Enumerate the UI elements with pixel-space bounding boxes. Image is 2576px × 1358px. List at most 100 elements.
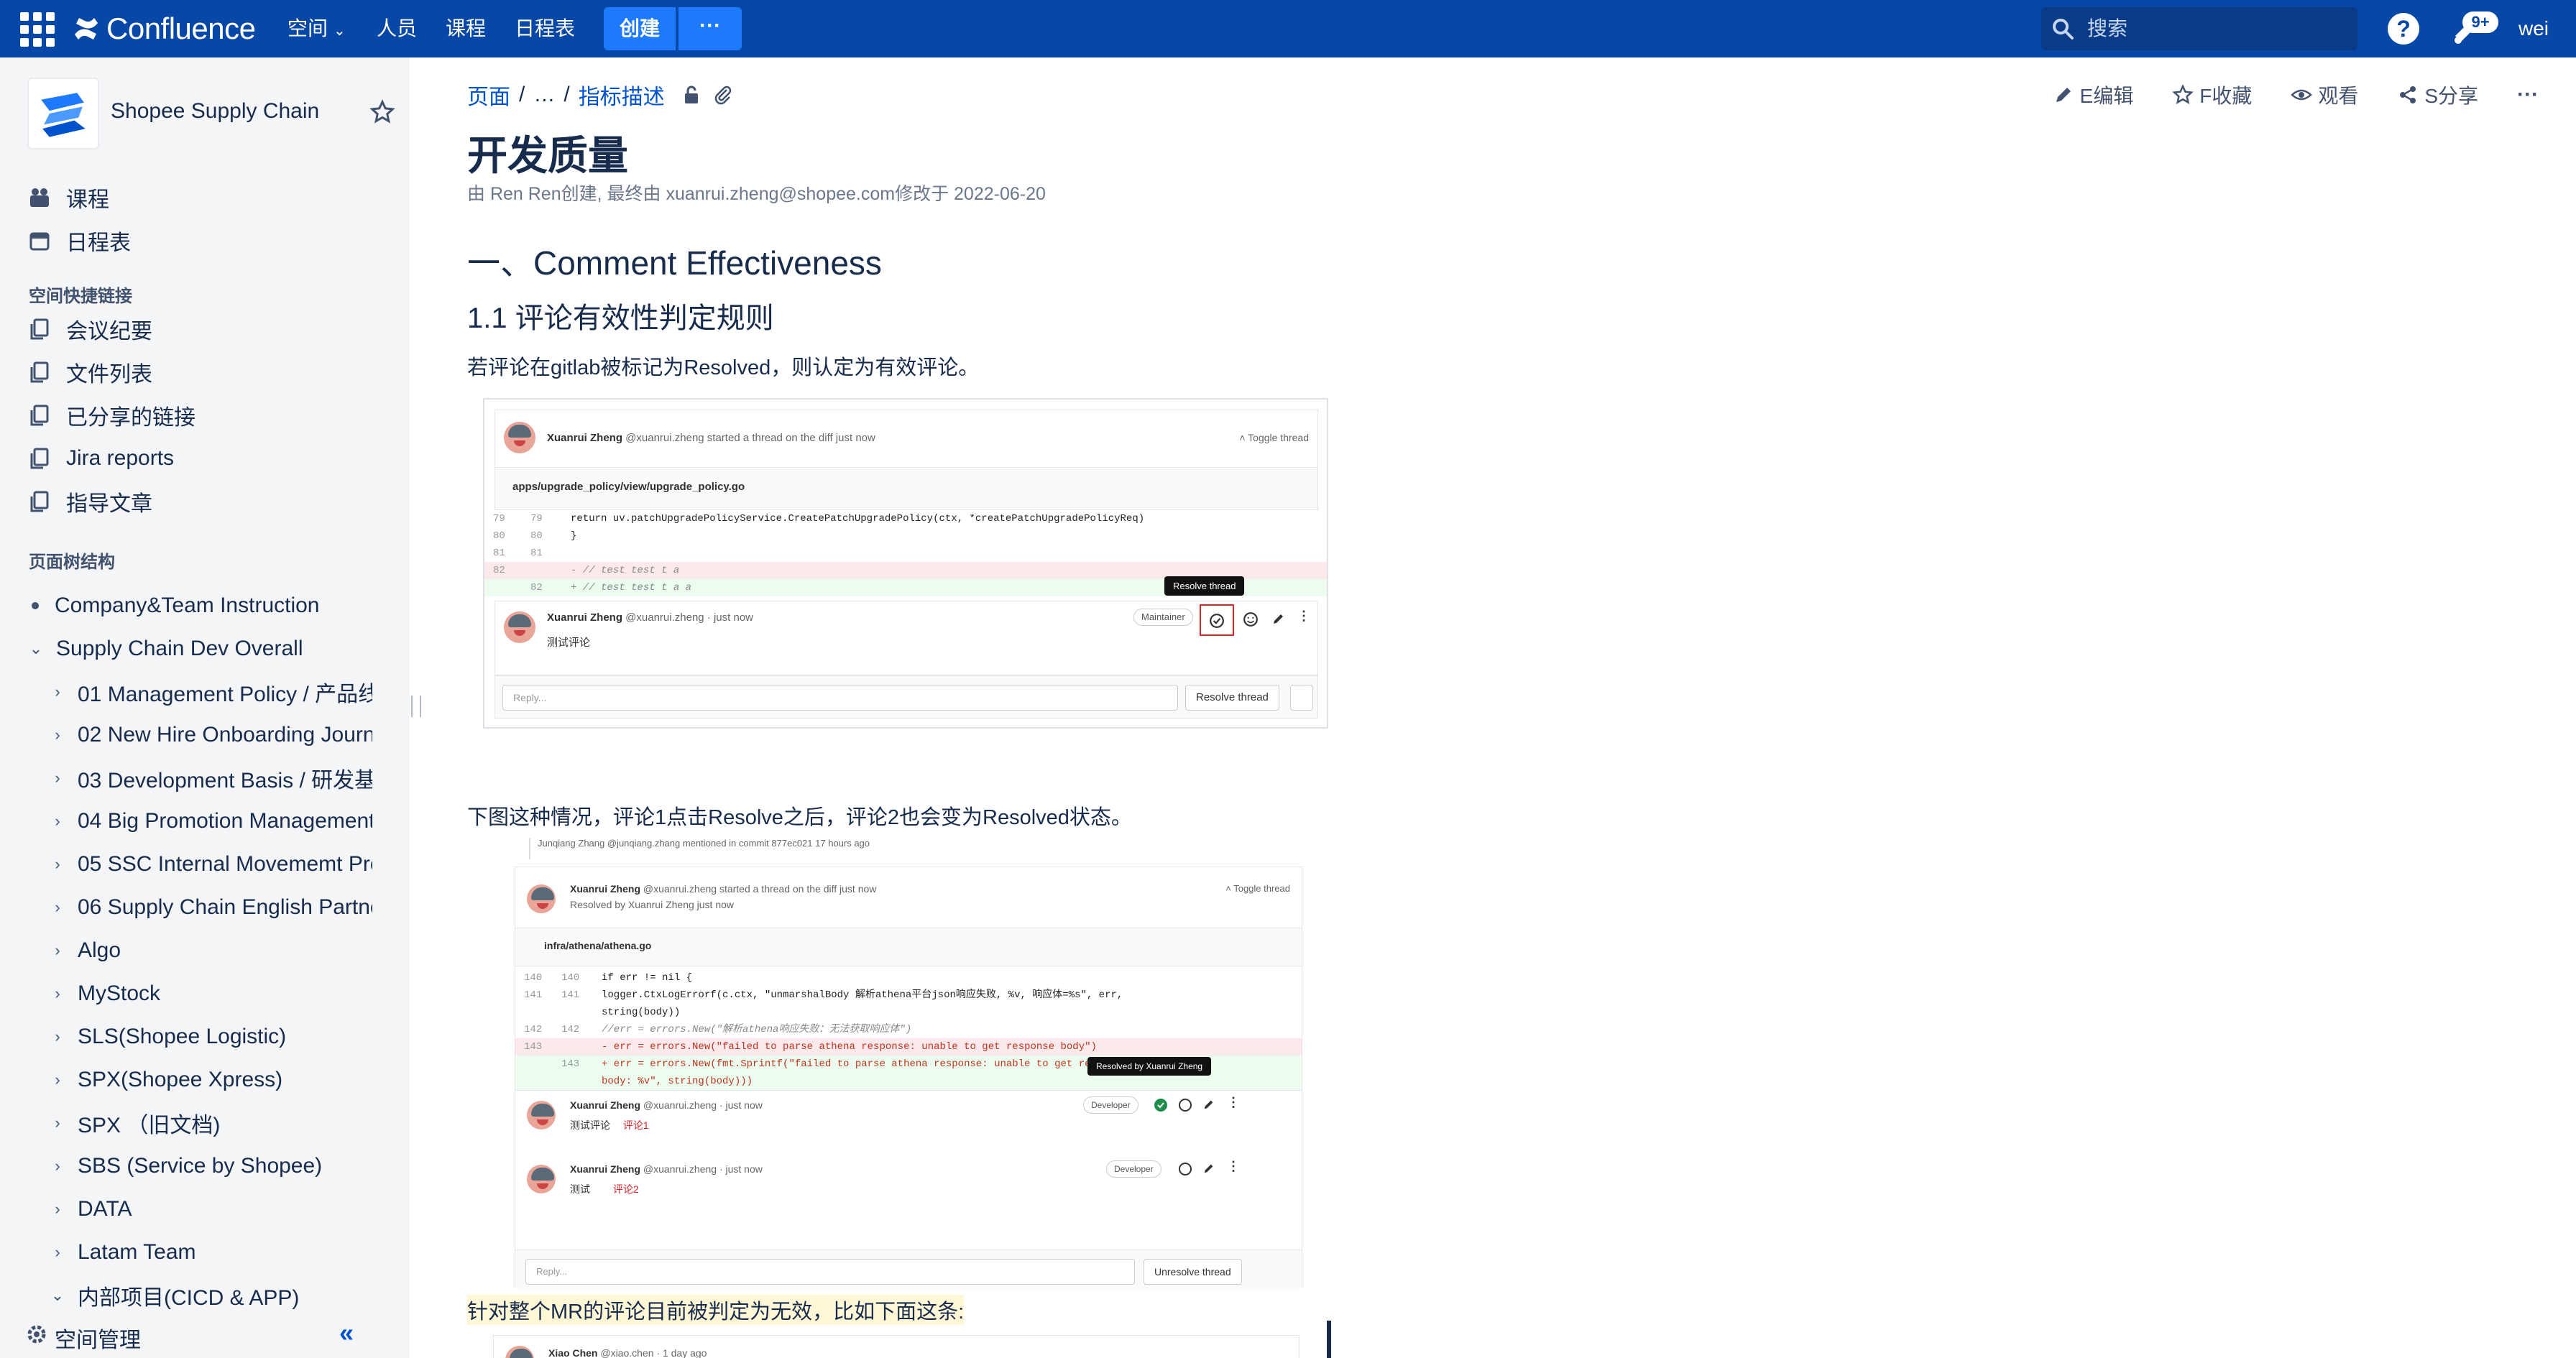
comment-body: 测试评论 [570, 1119, 610, 1131]
space-name[interactable]: Shopee Supply Chain [111, 99, 319, 124]
code-line: string(body)) [515, 1004, 1302, 1021]
tree-item[interactable]: › 01 Management Policy / 产品线管 [47, 674, 372, 710]
chevron-right-icon[interactable]: › [47, 984, 68, 1003]
search-icon [2053, 19, 2074, 40]
sidebar-item-calendars[interactable]: 日程表 [27, 223, 401, 259]
tree-item[interactable]: ⌄ 内部项目(CICD & APP) [47, 1278, 372, 1313]
share-button[interactable]: S分享 [2397, 80, 2478, 109]
help-icon[interactable]: ? [2388, 13, 2419, 45]
tree-item-label: 内部项目(CICD & APP) [78, 1286, 300, 1310]
user-menu[interactable]: wei [2518, 13, 2549, 45]
avatar [505, 1346, 534, 1358]
shortcut-file-list[interactable]: 文件列表 [27, 354, 401, 390]
thread-author: Xuanrui Zheng [570, 883, 640, 895]
new-line-number: 79 [530, 513, 543, 525]
unresolve-thread-button: Unresolve thread [1144, 1259, 1242, 1285]
unlock-icon[interactable] [681, 84, 702, 106]
tree-item-label: 06 Supply Chain English Partner [78, 895, 372, 919]
shortcut-jira-reports[interactable]: Jira reports [27, 440, 401, 476]
collapse-sidebar-icon[interactable]: « [339, 1318, 354, 1348]
avatar [504, 611, 535, 643]
emoji-icon [1179, 1163, 1192, 1175]
old-line-number: 140 [524, 972, 543, 984]
favorite-button[interactable]: F收藏 [2172, 80, 2252, 109]
chevron-right-icon[interactable]: › [47, 1114, 68, 1132]
chevron-right-icon[interactable]: › [47, 855, 68, 874]
create-button[interactable]: 创建 [604, 7, 676, 50]
shortcut-guide-articles[interactable]: 指导文章 [27, 484, 401, 519]
breadcrumb-parent[interactable]: 指标描述 [579, 79, 665, 111]
reply-input: Reply... [502, 685, 1178, 711]
code-line: 79 79 return uv.patchUpgradePolicyService… [484, 510, 1327, 527]
breadcrumb-ellipsis[interactable]: … [533, 83, 555, 107]
sidebar-resize-handle[interactable] [411, 696, 421, 717]
nav-people[interactable]: 人员 [377, 13, 417, 45]
tree-item[interactable]: › SBS (Service by Shopee) [47, 1148, 372, 1184]
chevron-right-icon[interactable]: › [47, 1027, 68, 1046]
chevron-right-icon[interactable]: › [47, 769, 68, 787]
avatar [527, 1101, 556, 1130]
confluence-logo-icon [75, 18, 98, 40]
tree-item[interactable]: › MyStock [47, 976, 372, 1012]
tree-item[interactable]: › SPX(Shopee Xpress) [47, 1062, 372, 1098]
chevron-right-icon[interactable]: › [47, 812, 68, 831]
tree-item[interactable]: › 06 Supply Chain English Partner [47, 890, 372, 925]
tree-item[interactable]: › DATA [47, 1191, 372, 1227]
sidebar-item-courses[interactable]: 课程 [27, 180, 401, 216]
gitlab-screenshot-resolved-thread: Junqiang Zhang @junqiang.zhang mentioned… [515, 838, 1305, 1290]
new-line-number: 141 [561, 989, 580, 1001]
edit-button[interactable]: E编辑 [2053, 80, 2133, 109]
chevron-right-icon[interactable]: › [47, 683, 68, 701]
tree-item[interactable]: › 05 SSC Internal Movememt Prog [47, 846, 372, 882]
tree-item[interactable]: › SLS(Shopee Logistic) [47, 1019, 372, 1055]
tree-item[interactable]: › Latam Team [47, 1234, 372, 1270]
shortcut-meeting-notes[interactable]: 会议纪要 [27, 311, 401, 347]
old-line-number: 79 [493, 513, 505, 525]
tree-item[interactable]: › Algo [47, 933, 372, 969]
eye-icon [2291, 89, 2313, 101]
tree-item[interactable]: › SPX （旧文档) [47, 1105, 372, 1141]
tree-item[interactable]: Company&Team Instruction [26, 588, 395, 624]
confluence-logo[interactable]: Confluence [72, 10, 256, 47]
tree-item[interactable]: › 04 Big Promotion Management / [47, 803, 372, 839]
attachment-icon[interactable] [712, 84, 734, 106]
chevron-right-icon[interactable]: › [47, 1200, 68, 1219]
breadcrumb-pages[interactable]: 页面 [467, 79, 510, 111]
chevron-down-icon[interactable]: ⌄ [26, 639, 46, 658]
pencil-icon [1204, 1100, 1213, 1109]
shortcuts-section-title: 空间快捷链接 [29, 287, 132, 306]
gitlab-screenshot-resolve-thread: Xuanrui Zheng @xuanrui.zheng started a t… [483, 398, 1328, 729]
chevron-down-icon[interactable]: ⌄ [47, 1286, 68, 1305]
comment-2: Xuanrui Zheng @xuanrui.zheng · just now … [515, 1155, 1302, 1224]
chevron-right-icon[interactable]: › [47, 1243, 68, 1262]
app-switcher-icon[interactable] [20, 12, 55, 47]
search-placeholder: 搜索 [2087, 17, 2128, 40]
nav-courses[interactable]: 课程 [446, 13, 486, 45]
tree-item[interactable]: › 03 Development Basis / 研发基础 [47, 760, 372, 796]
search-input[interactable]: 搜索 [2041, 7, 2358, 50]
tree-item[interactable]: › 02 New Hire Onboarding Journe [47, 717, 372, 753]
chevron-right-icon[interactable]: › [47, 726, 68, 744]
space-logo[interactable] [27, 78, 99, 149]
create-more-button[interactable]: ··· [678, 7, 742, 50]
more-actions-button[interactable]: ··· [2517, 83, 2539, 107]
shortcut-shared-links[interactable]: 已分享的链接 [27, 397, 401, 433]
chevron-right-icon[interactable]: › [47, 941, 68, 960]
space-settings-link[interactable]: 空间管理 [55, 1322, 141, 1354]
nav-calendars[interactable]: 日程表 [515, 13, 575, 45]
nav-spaces[interactable]: 空间 ⌄ [288, 13, 346, 45]
thread-started-text: Xuanrui Zheng @xuanrui.zheng started a t… [547, 432, 875, 444]
tree-item[interactable]: ⌄ Supply Chain Dev Overall [26, 631, 395, 667]
tree-item-label: SPX （旧文档) [78, 1114, 221, 1137]
pencil-icon [1274, 614, 1283, 624]
chevron-right-icon[interactable]: › [47, 1071, 68, 1089]
chevron-right-icon[interactable]: › [47, 1157, 68, 1175]
breadcrumb-separator: / [519, 83, 525, 106]
chevron-right-icon[interactable]: › [47, 898, 68, 917]
comment-author: Xiao Chen [548, 1347, 598, 1358]
watch-button[interactable]: 观看 [2291, 80, 2358, 109]
star-icon[interactable] [369, 99, 395, 125]
code-text: + err = errors.New(fmt.Sprintf("failed t… [602, 1058, 1127, 1070]
page-copy-icon [30, 318, 49, 340]
code-text: body: %v", string(body))) [602, 1076, 753, 1087]
